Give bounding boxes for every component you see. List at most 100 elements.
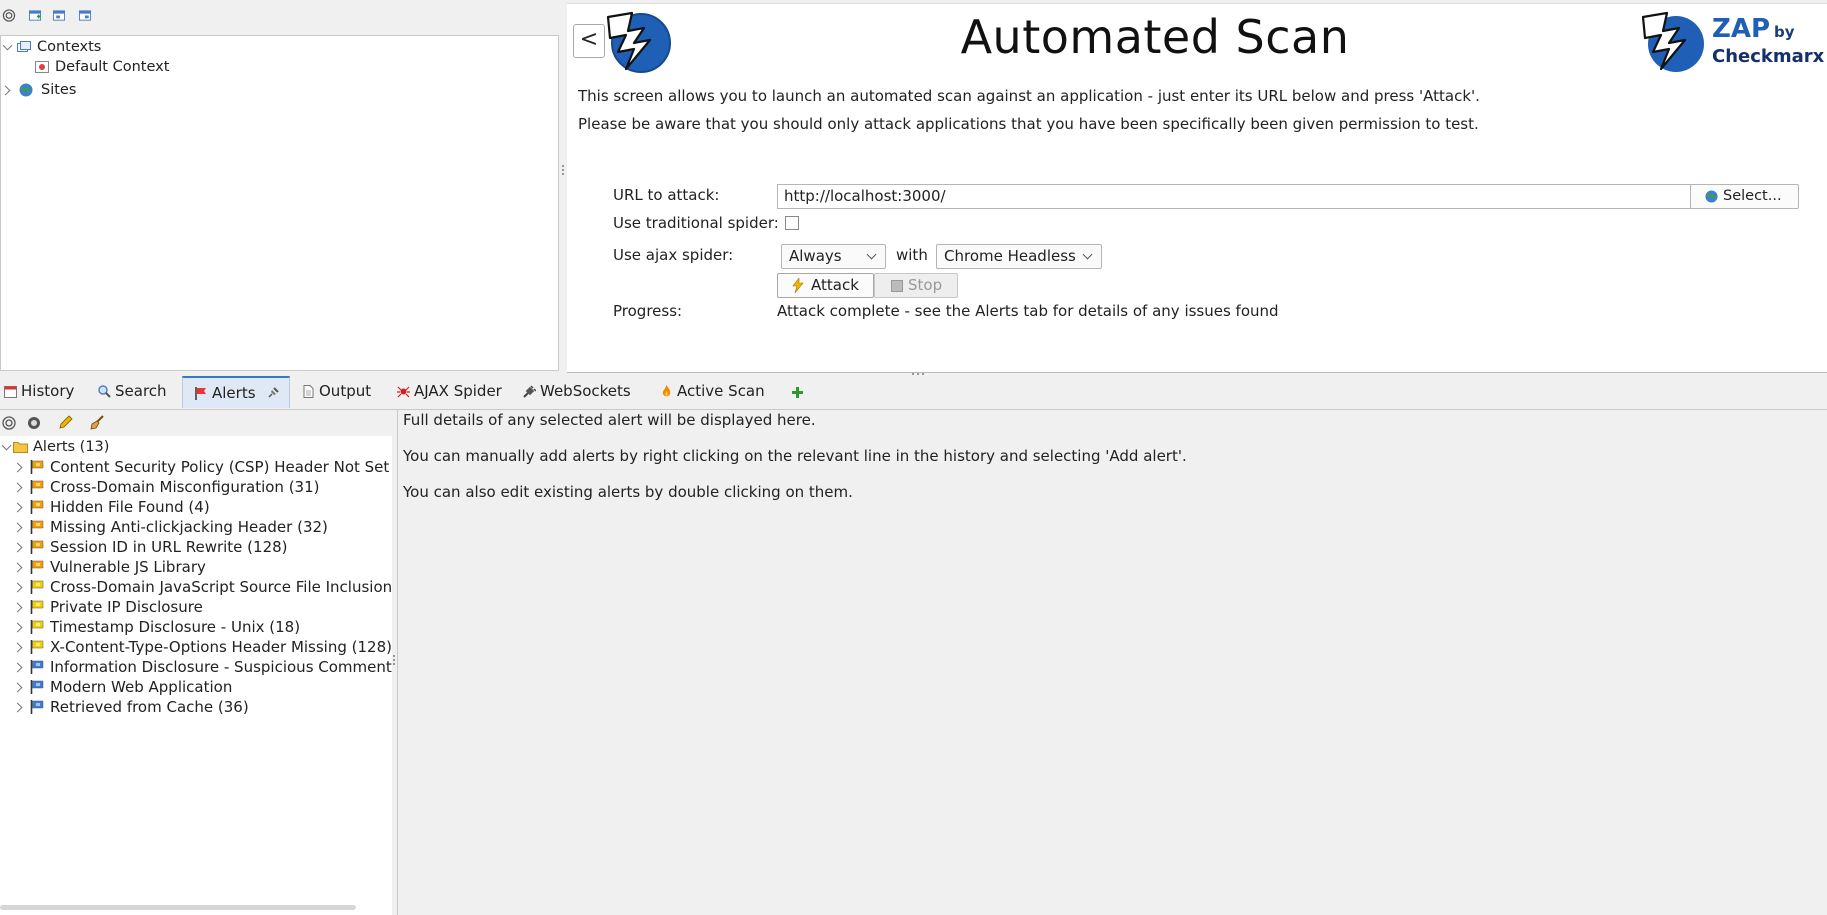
chevron-right-icon[interactable] [12,502,23,513]
tab-history[interactable]: History [4,376,74,407]
contexts-icon [17,41,31,52]
alert-row-label: Hidden File Found (4) [50,498,210,516]
chevron-right-icon[interactable] [12,662,23,673]
chevron-right-icon[interactable] [12,522,23,533]
alert-row[interactable]: Hidden File Found (4) [0,497,390,517]
alert-row[interactable]: Session ID in URL Rewrite (128) [0,537,390,557]
alert-row[interactable]: Retrieved from Cache (36) [0,697,390,717]
progress-label: Progress: [613,302,683,320]
chevron-right-icon[interactable] [12,462,23,473]
export-context-icon[interactable] [78,9,92,22]
stop-label: Stop [908,276,943,294]
ajax-mode-select[interactable]: Always [781,244,886,269]
tab-output[interactable]: Output [302,376,371,407]
globe-icon [1705,190,1718,203]
sites-toolbar [0,0,558,34]
alert-row-label: Private IP Disclosure [50,598,203,616]
alerts-tree[interactable]: Alerts (13) Content Security Policy (CSP… [0,436,403,915]
traditional-spider-checkbox[interactable] [785,216,799,230]
add-tab-button[interactable] [791,376,804,407]
tab-alerts[interactable]: Alerts [182,376,290,408]
chevron-right-icon[interactable] [12,562,23,573]
new-context-icon[interactable] [28,9,42,22]
alert-row-label: Modern Web Application [50,678,233,696]
target-icon[interactable] [2,416,16,430]
alert-row[interactable]: Modern Web Application [0,677,390,697]
alert-row-label: X-Content-Type-Options Header Missing (1… [50,638,392,656]
chevron-right-icon[interactable] [12,642,23,653]
back-button[interactable]: < [573,24,605,58]
tree-node-default-context[interactable]: Default Context [1,57,301,77]
context-icon [35,61,49,73]
chevron-down-icon[interactable] [2,40,13,51]
alert-row[interactable]: Missing Anti-clickjacking Header (32) [0,517,390,537]
chevron-right-icon[interactable] [12,582,23,593]
tab-ajax-spider-label: AJAX Spider [414,382,502,400]
scope-icon[interactable] [27,416,41,430]
alert-row[interactable]: Timestamp Disclosure - Unix (18) [0,617,390,637]
alert-row[interactable]: Cross-Domain JavaScript Source File Incl… [0,577,403,597]
chevron-right-icon[interactable] [12,702,23,713]
chevron-down-icon [866,249,877,260]
url-value[interactable]: http://localhost:3000/ [784,187,946,205]
stop-button[interactable]: Stop [874,273,958,298]
risk-flag-icon [30,500,44,514]
ajax-mode-value: Always [789,247,842,265]
edit-pencil-icon[interactable] [58,415,73,430]
attack-button[interactable]: Attack [777,273,874,298]
alerts-toolbar [0,410,392,436]
flame-icon [662,385,671,397]
alert-row[interactable]: X-Content-Type-Options Header Missing (1… [0,637,392,657]
browser-select[interactable]: Chrome Headless [936,244,1102,269]
folder-icon [13,442,28,453]
page-title: Automated Scan [960,10,1350,64]
tab-alerts-label: Alerts [212,384,256,402]
alert-row[interactable]: Vulnerable JS Library [0,557,390,577]
chevron-right-icon[interactable] [12,482,23,493]
chevron-right-icon[interactable] [12,682,23,693]
contexts-label: Contexts [37,39,102,55]
tab-search[interactable]: Search [98,376,167,407]
alert-row[interactable]: Content Security Policy (CSP) Header Not… [0,457,400,477]
tree-node-contexts[interactable]: Contexts [1,37,301,57]
description-line-2: Please be aware that you should only att… [578,115,1479,133]
risk-flag-icon [30,640,44,654]
sites-tree[interactable]: Contexts Default Context Sites [0,35,559,371]
tab-search-label: Search [115,382,167,400]
risk-flag-icon [30,560,44,574]
browser-value: Chrome Headless [944,247,1076,265]
tab-active-scan[interactable]: Active Scan [660,376,765,407]
select-button[interactable]: Select... [1690,184,1799,209]
alerts-root[interactable]: Alerts (13) [0,437,390,457]
broom-icon[interactable] [90,415,105,430]
globe-icon [19,83,33,97]
chevron-right-icon[interactable] [12,542,23,553]
alert-row-label: Content Security Policy (CSP) Header Not… [50,458,400,476]
chevron-right-icon[interactable] [12,622,23,633]
vertical-splitter[interactable] [560,0,566,372]
tab-ajax-spider[interactable]: AJAX Spider [397,376,502,407]
magnifier-icon [98,385,111,398]
lightning-icon [792,278,804,293]
target-icon[interactable] [2,9,16,22]
pin-icon[interactable] [266,386,280,400]
alert-row-label: Information Disclosure - Suspicious Comm… [50,658,400,676]
alert-row[interactable]: Cross-Domain Misconfiguration (31) [0,477,390,497]
horizontal-scrollbar[interactable] [0,905,356,910]
risk-flag-icon [30,540,44,554]
tab-websockets[interactable]: WebSockets [523,376,631,407]
alert-row[interactable]: Private IP Disclosure [0,597,390,617]
url-input[interactable]: http://localhost:3000/ [777,184,1787,209]
risk-flag-icon [30,660,44,674]
tab-output-label: Output [319,382,372,400]
chevron-down-icon[interactable] [1,440,12,451]
chevron-right-icon[interactable] [0,85,11,96]
bottom-tab-bar: History Search Alerts Output AJAX Spider… [0,376,1827,410]
alert-row[interactable]: Information Disclosure - Suspicious Comm… [0,657,400,677]
alert-row-label: Missing Anti-clickjacking Header (32) [50,518,328,536]
tree-node-sites[interactable]: Sites [0,80,301,100]
chevron-right-icon[interactable] [12,602,23,613]
import-context-icon[interactable] [52,9,66,22]
sites-label: Sites [41,82,77,98]
url-label: URL to attack: [613,186,720,204]
